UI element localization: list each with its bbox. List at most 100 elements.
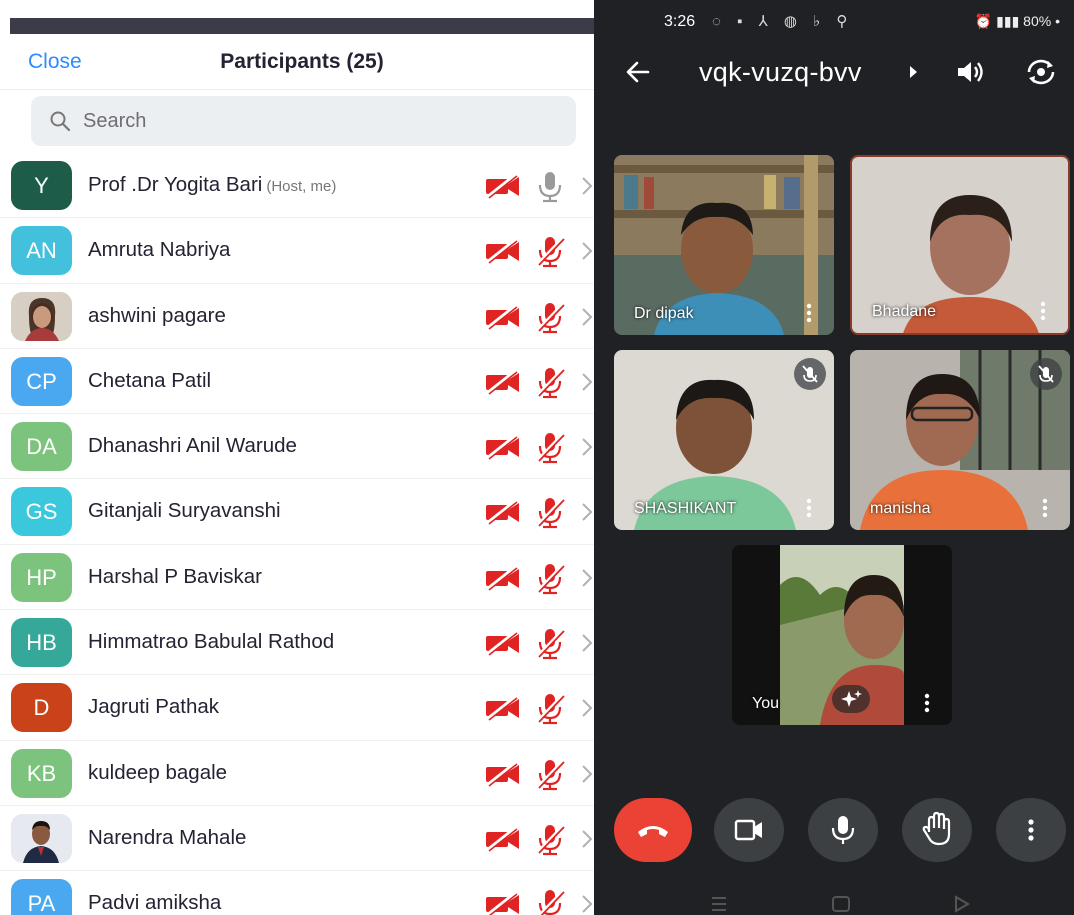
battery-level: 80%	[1023, 13, 1052, 29]
mic-off-icon[interactable]	[534, 300, 566, 334]
participant-name-text: ashwini pagare	[88, 303, 226, 327]
participant-row[interactable]: DA Dhanashri Anil Warude	[0, 414, 594, 480]
participant-row[interactable]: D Jagruti Pathak	[0, 675, 594, 741]
participants-panel: Close Participants (25) Y Prof .Dr Yogita…	[0, 0, 594, 915]
participant-row[interactable]: AN Amruta Nabriya	[0, 218, 594, 284]
speaker-icon[interactable]	[954, 57, 986, 87]
participant-row[interactable]: HB Himmatrao Babulal Rathod	[0, 610, 594, 676]
end-call-button[interactable]	[614, 798, 692, 862]
avatar: AN	[11, 226, 72, 276]
video-off-icon[interactable]	[485, 499, 521, 526]
mic-off-icon[interactable]	[534, 626, 566, 660]
participant-row[interactable]: CP Chetana Patil	[0, 349, 594, 415]
more-vert-icon[interactable]	[806, 498, 812, 518]
chevron-right-icon[interactable]	[580, 828, 594, 850]
mic-icon[interactable]	[534, 169, 566, 203]
participant-name-text: kuldeep bagale	[88, 760, 228, 784]
raise-hand-button[interactable]	[902, 798, 972, 862]
video-off-icon[interactable]	[485, 565, 521, 591]
participant-row[interactable]: PA Padvi amiksha	[0, 871, 594, 915]
chevron-right-icon[interactable]	[580, 371, 594, 393]
mic-off-icon[interactable]	[534, 430, 566, 464]
participant-row[interactable]: ashwini pagare	[0, 284, 594, 349]
video-off-icon[interactable]	[485, 238, 521, 264]
caret-right-icon[interactable]	[909, 65, 919, 79]
video-off-icon[interactable]	[485, 826, 521, 852]
video-off-icon[interactable]	[485, 434, 521, 460]
status-right: ⏰ ▮▮▮ 80% •	[974, 13, 1060, 29]
self-video-tile[interactable]: You	[732, 545, 952, 725]
back-nav-icon[interactable]	[955, 895, 970, 913]
chevron-right-icon[interactable]	[580, 436, 594, 458]
participant-name: Chetana Patil	[88, 369, 211, 393]
participant-name: Narendra Mahale	[88, 826, 246, 850]
chevron-right-icon[interactable]	[580, 763, 594, 785]
video-off-icon[interactable]	[485, 695, 521, 722]
hang-up-icon	[638, 826, 668, 837]
chevron-right-icon[interactable]	[580, 175, 594, 197]
mic-off-icon[interactable]	[534, 365, 566, 399]
recents-icon[interactable]	[712, 897, 726, 911]
home-icon[interactable]	[832, 896, 850, 912]
video-off-icon[interactable]	[485, 304, 521, 330]
notification-icons: ◌ ▪ ⅄ ◍ ♭ ⚲	[712, 13, 854, 30]
search-input[interactable]	[83, 96, 563, 146]
effects-sparkle-icon[interactable]	[832, 685, 870, 713]
chevron-right-icon[interactable]	[580, 501, 594, 523]
mic-off-icon[interactable]	[534, 495, 566, 529]
participant-name: Padvi amiksha	[88, 891, 221, 915]
video-tile[interactable]: SHASHIKANT	[614, 350, 834, 530]
back-arrow-icon[interactable]	[624, 58, 652, 86]
video-tile[interactable]: manisha	[850, 350, 1070, 530]
mic-off-icon[interactable]	[534, 561, 566, 595]
more-vert-icon[interactable]	[1042, 498, 1048, 518]
mic-off-icon[interactable]	[534, 691, 566, 725]
search-box[interactable]	[31, 96, 576, 146]
video-tile[interactable]: Bhadane	[850, 155, 1070, 335]
participant-name-text: Gitanjali Suryavanshi	[88, 499, 281, 523]
more-vert-icon[interactable]	[1040, 301, 1046, 321]
mic-muted-badge	[794, 358, 826, 390]
participant-row[interactable]: GS Gitanjali Suryavanshi	[0, 479, 594, 545]
video-off-icon[interactable]	[485, 173, 521, 199]
mic-off-icon[interactable]	[534, 757, 566, 791]
chevron-right-icon[interactable]	[580, 893, 594, 915]
video-tile[interactable]: Dr dipak	[614, 155, 834, 335]
participant-name-text: Chetana Patil	[88, 368, 212, 392]
mic-off-icon[interactable]	[534, 887, 566, 915]
meeting-code[interactable]: vqk-vuzq-bvv	[699, 57, 862, 88]
more-vert-icon[interactable]	[924, 693, 930, 713]
chevron-right-icon[interactable]	[580, 697, 594, 719]
avatar: Y	[11, 161, 72, 210]
chevron-right-icon[interactable]	[580, 567, 594, 589]
chevron-right-icon[interactable]	[580, 632, 594, 654]
participant-role-tag: (Host, me)	[266, 178, 337, 195]
participant-name: Gitanjali Suryavanshi	[88, 499, 281, 523]
participant-name-text: Prof .Dr Yogita Bari	[88, 173, 263, 196]
participant-row[interactable]: Y Prof .Dr Yogita Bari (Host, me)	[0, 153, 594, 219]
top-status-strip	[10, 18, 594, 34]
video-off-icon[interactable]	[485, 891, 521, 915]
video-off-icon[interactable]	[485, 630, 521, 656]
more-vert-icon[interactable]	[806, 303, 812, 323]
participant-row[interactable]: KB kuldeep bagale	[0, 741, 594, 806]
participant-row[interactable]: HP Harshal P Baviskar	[0, 545, 594, 611]
switch-camera-icon[interactable]	[1024, 56, 1058, 88]
participant-name-text: Harshal P Baviskar	[88, 564, 262, 588]
camera-toggle-button[interactable]	[714, 798, 784, 862]
video-off-icon[interactable]	[485, 369, 521, 395]
participant-row[interactable]: Narendra Mahale	[0, 806, 594, 872]
chevron-right-icon[interactable]	[580, 240, 594, 262]
tile-name: Dr dipak	[634, 305, 694, 322]
mic-muted-badge	[1030, 358, 1062, 390]
mic-off-icon[interactable]	[534, 822, 566, 856]
avatar: DA	[11, 422, 72, 472]
more-options-button[interactable]	[996, 798, 1066, 862]
mic-off-icon	[802, 365, 818, 383]
mic-toggle-button[interactable]	[808, 798, 878, 862]
avatar	[11, 813, 72, 863]
chevron-right-icon[interactable]	[580, 306, 594, 328]
mic-off-icon[interactable]	[534, 234, 566, 268]
participants-header: Close Participants (25)	[0, 34, 594, 90]
video-off-icon[interactable]	[485, 761, 521, 787]
